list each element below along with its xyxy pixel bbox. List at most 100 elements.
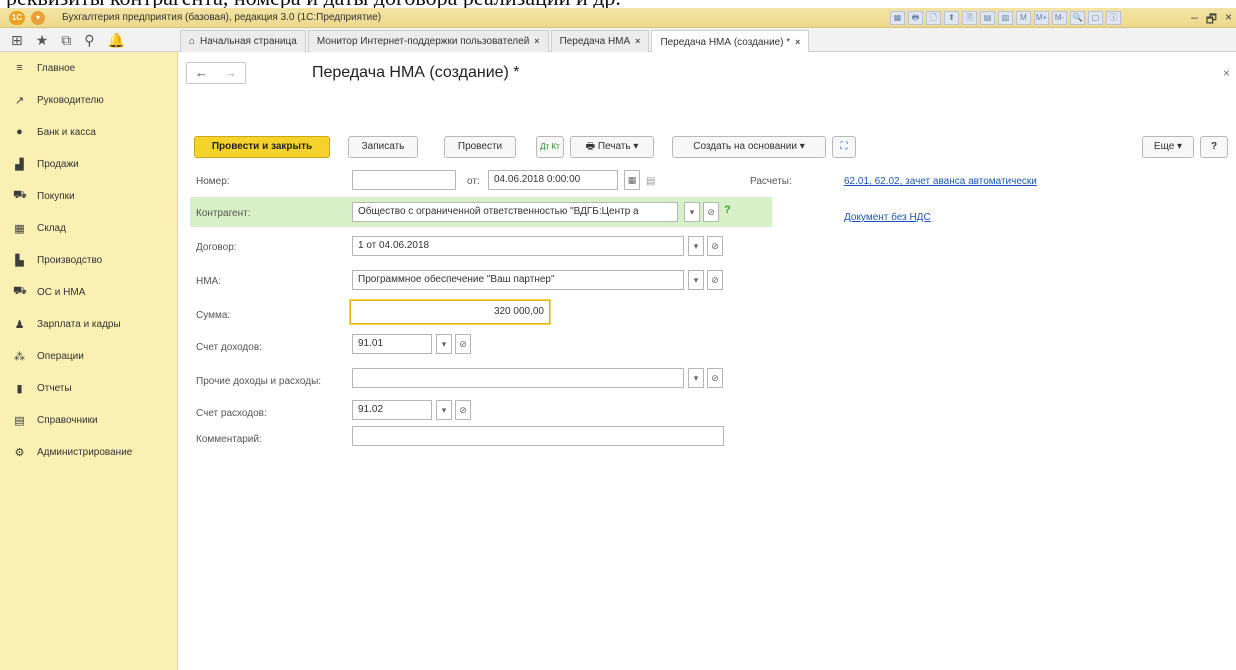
close-icon[interactable]: × (534, 31, 539, 52)
sidebar-item-production[interactable]: ▙ Производство (0, 244, 177, 276)
chevron-down-icon[interactable]: ▾ (688, 270, 704, 290)
sidebar-item-catalogs[interactable]: ▤ Справочники (0, 404, 177, 436)
trend-icon: ↗ (14, 94, 25, 107)
open-icon[interactable]: ⊘ (707, 236, 723, 256)
sidebar-item-label: Продажи (37, 158, 79, 170)
memory-icon[interactable]: M (1016, 11, 1031, 25)
other-income-expense-label: Прочие доходы и расходы: (196, 376, 322, 387)
bell-icon[interactable]: 🔔 (108, 32, 125, 49)
chevron-down-icon[interactable]: ▾ (688, 368, 704, 388)
chevron-down-icon[interactable]: ▾ (436, 334, 452, 354)
post-and-close-button[interactable]: Провести и закрыть (194, 136, 330, 158)
grid-icon[interactable]: ▦ (890, 11, 905, 25)
calendar-icon[interactable]: ▥ (998, 11, 1013, 25)
cart-icon: ⛟ (13, 189, 27, 201)
titlebar-toolbar: ▦ 🖶 🗋 ⬆ 🗎 ▤ ▥ M M+ M- 🔍 ▢ ⓘ (890, 11, 1121, 25)
counterparty-label: Контрагент: (196, 208, 251, 219)
open-icon[interactable]: ⊘ (707, 368, 723, 388)
sidebar-item-sales[interactable]: ▟ Продажи (0, 148, 177, 180)
open-icon[interactable]: ⊘ (707, 270, 723, 290)
sidebar-item-main[interactable]: ≡ Главное (0, 52, 177, 84)
tab-nma-transfer-new[interactable]: Передача НМА (создание) * × (651, 30, 810, 53)
tab-nma-transfer-list[interactable]: Передача НМА × (550, 30, 650, 52)
sidebar-item-manager[interactable]: ↗ Руководителю (0, 84, 177, 116)
sidebar: ≡ Главное ↗ Руководителю ● Банк и касса ▟ Пр… (0, 52, 178, 670)
comment-field[interactable] (352, 426, 724, 446)
chevron-down-icon[interactable]: ▾ (684, 202, 700, 222)
document-icon[interactable]: 🗎 (962, 11, 977, 25)
home-icon: ⌂ (189, 36, 196, 47)
upload-icon[interactable]: ⬆ (944, 11, 959, 25)
tab-home[interactable]: ⌂ Начальная страница (180, 30, 306, 52)
close-icon[interactable]: × (795, 32, 800, 53)
sidebar-item-label: ОС и НМА (37, 286, 86, 298)
history-nav: ← → (186, 62, 246, 84)
search-icon[interactable]: ⚲ (84, 32, 94, 49)
warehouse-icon: ▦ (14, 222, 25, 235)
number-label: Номер: (196, 176, 230, 187)
nma-label: НМА: (196, 276, 221, 287)
close-icon[interactable]: × (635, 31, 640, 52)
sidebar-item-fixed-assets[interactable]: ⛟ ОС и НМА (0, 276, 177, 308)
star-icon[interactable]: ★ (36, 32, 49, 49)
date-field[interactable]: 04.06.2018 0:00:00 (488, 170, 618, 190)
truck-icon: ⛟ (13, 285, 27, 297)
create-based-on-button[interactable]: Создать на основании ▾ (672, 136, 826, 158)
amount-field[interactable]: 320 000,00 (350, 300, 550, 324)
nma-field[interactable]: Программное обеспечение "Ваш партнер" (352, 270, 684, 290)
table-icon[interactable]: ▤ (980, 11, 995, 25)
forward-arrow-icon[interactable]: → (216, 63, 245, 83)
help-button[interactable]: ? (1200, 136, 1228, 158)
preview-icon[interactable]: 🗋 (926, 11, 941, 25)
settlements-link[interactable]: 62.01, 62.02, зачет аванса автоматически (844, 176, 1037, 187)
number-field[interactable] (352, 170, 456, 190)
counterparty-field[interactable]: Общество с ограниченной ответственностью… (352, 202, 678, 222)
open-icon[interactable]: ⊘ (455, 400, 471, 420)
sidebar-item-label: Банк и касса (37, 126, 96, 138)
apps-grid-icon[interactable]: ⊞ (11, 32, 23, 49)
chevron-down-icon[interactable]: ▾ (688, 236, 704, 256)
open-icon[interactable]: ⊘ (455, 334, 471, 354)
other-income-expense-field[interactable] (352, 368, 684, 388)
sidebar-item-reports[interactable]: ▮ Отчеты (0, 372, 177, 404)
journal-entries-icon[interactable]: Дт Кт (536, 136, 564, 158)
sidebar-item-operations[interactable]: ⁂ Операции (0, 340, 177, 372)
sidebar-item-purchases[interactable]: ⛟ Покупки (0, 180, 177, 212)
sidebar-item-label: Руководителю (37, 94, 104, 106)
history-icon[interactable]: ⧉ (61, 32, 71, 49)
vat-document-link[interactable]: Документ без НДС (844, 212, 931, 223)
sidebar-item-label: Справочники (37, 414, 98, 426)
app-menu-icon[interactable]: ▾ (31, 11, 45, 25)
more-button[interactable]: Еще ▾ (1142, 136, 1194, 158)
window-icon[interactable]: ▢ (1088, 11, 1103, 25)
income-account-field[interactable]: 91.01 (352, 334, 432, 354)
tab-label: Передача НМА (создание) * (660, 36, 791, 48)
print-button[interactable]: 🖶 Печать ▾ (570, 136, 654, 158)
memory-plus-icon[interactable]: M+ (1034, 11, 1049, 25)
memory-minus-icon[interactable]: M- (1052, 11, 1067, 25)
tab-support-monitor[interactable]: Монитор Интернет-поддержки пользователей… (307, 30, 549, 52)
app-logo-icon[interactable]: 1С (9, 11, 25, 25)
print-icon[interactable]: 🖶 (908, 11, 923, 25)
post-button[interactable]: Провести (444, 136, 516, 158)
contract-field[interactable]: 1 от 04.06.2018 (352, 236, 684, 256)
calculator-icon[interactable]: ▤ (646, 176, 655, 187)
zoom-icon[interactable]: 🔍 (1070, 11, 1085, 25)
sidebar-item-label: Главное (37, 62, 76, 74)
chevron-down-icon[interactable]: ▾ (436, 400, 452, 420)
sidebar-item-warehouse[interactable]: ▦ Склад (0, 212, 177, 244)
sidebar-item-admin[interactable]: ⚙ Администрирование (0, 436, 177, 468)
help-mark-icon[interactable]: ? (724, 204, 731, 216)
page-title: Передача НМА (создание) * (312, 64, 520, 81)
save-button[interactable]: Записать (348, 136, 418, 158)
open-icon[interactable]: ⊘ (703, 202, 719, 222)
sidebar-item-bank[interactable]: ● Банк и касса (0, 116, 177, 148)
structure-icon[interactable]: ⛶ (832, 136, 856, 158)
expense-account-field[interactable]: 91.02 (352, 400, 432, 420)
sidebar-item-label: Производство (37, 254, 103, 266)
back-arrow-icon[interactable]: ← (187, 63, 216, 83)
close-icon[interactable]: × (1223, 66, 1230, 80)
sidebar-item-payroll[interactable]: ♟ Зарплата и кадры (0, 308, 177, 340)
calendar-icon[interactable]: ▦ (624, 170, 640, 190)
info-icon[interactable]: ⓘ (1106, 11, 1121, 25)
